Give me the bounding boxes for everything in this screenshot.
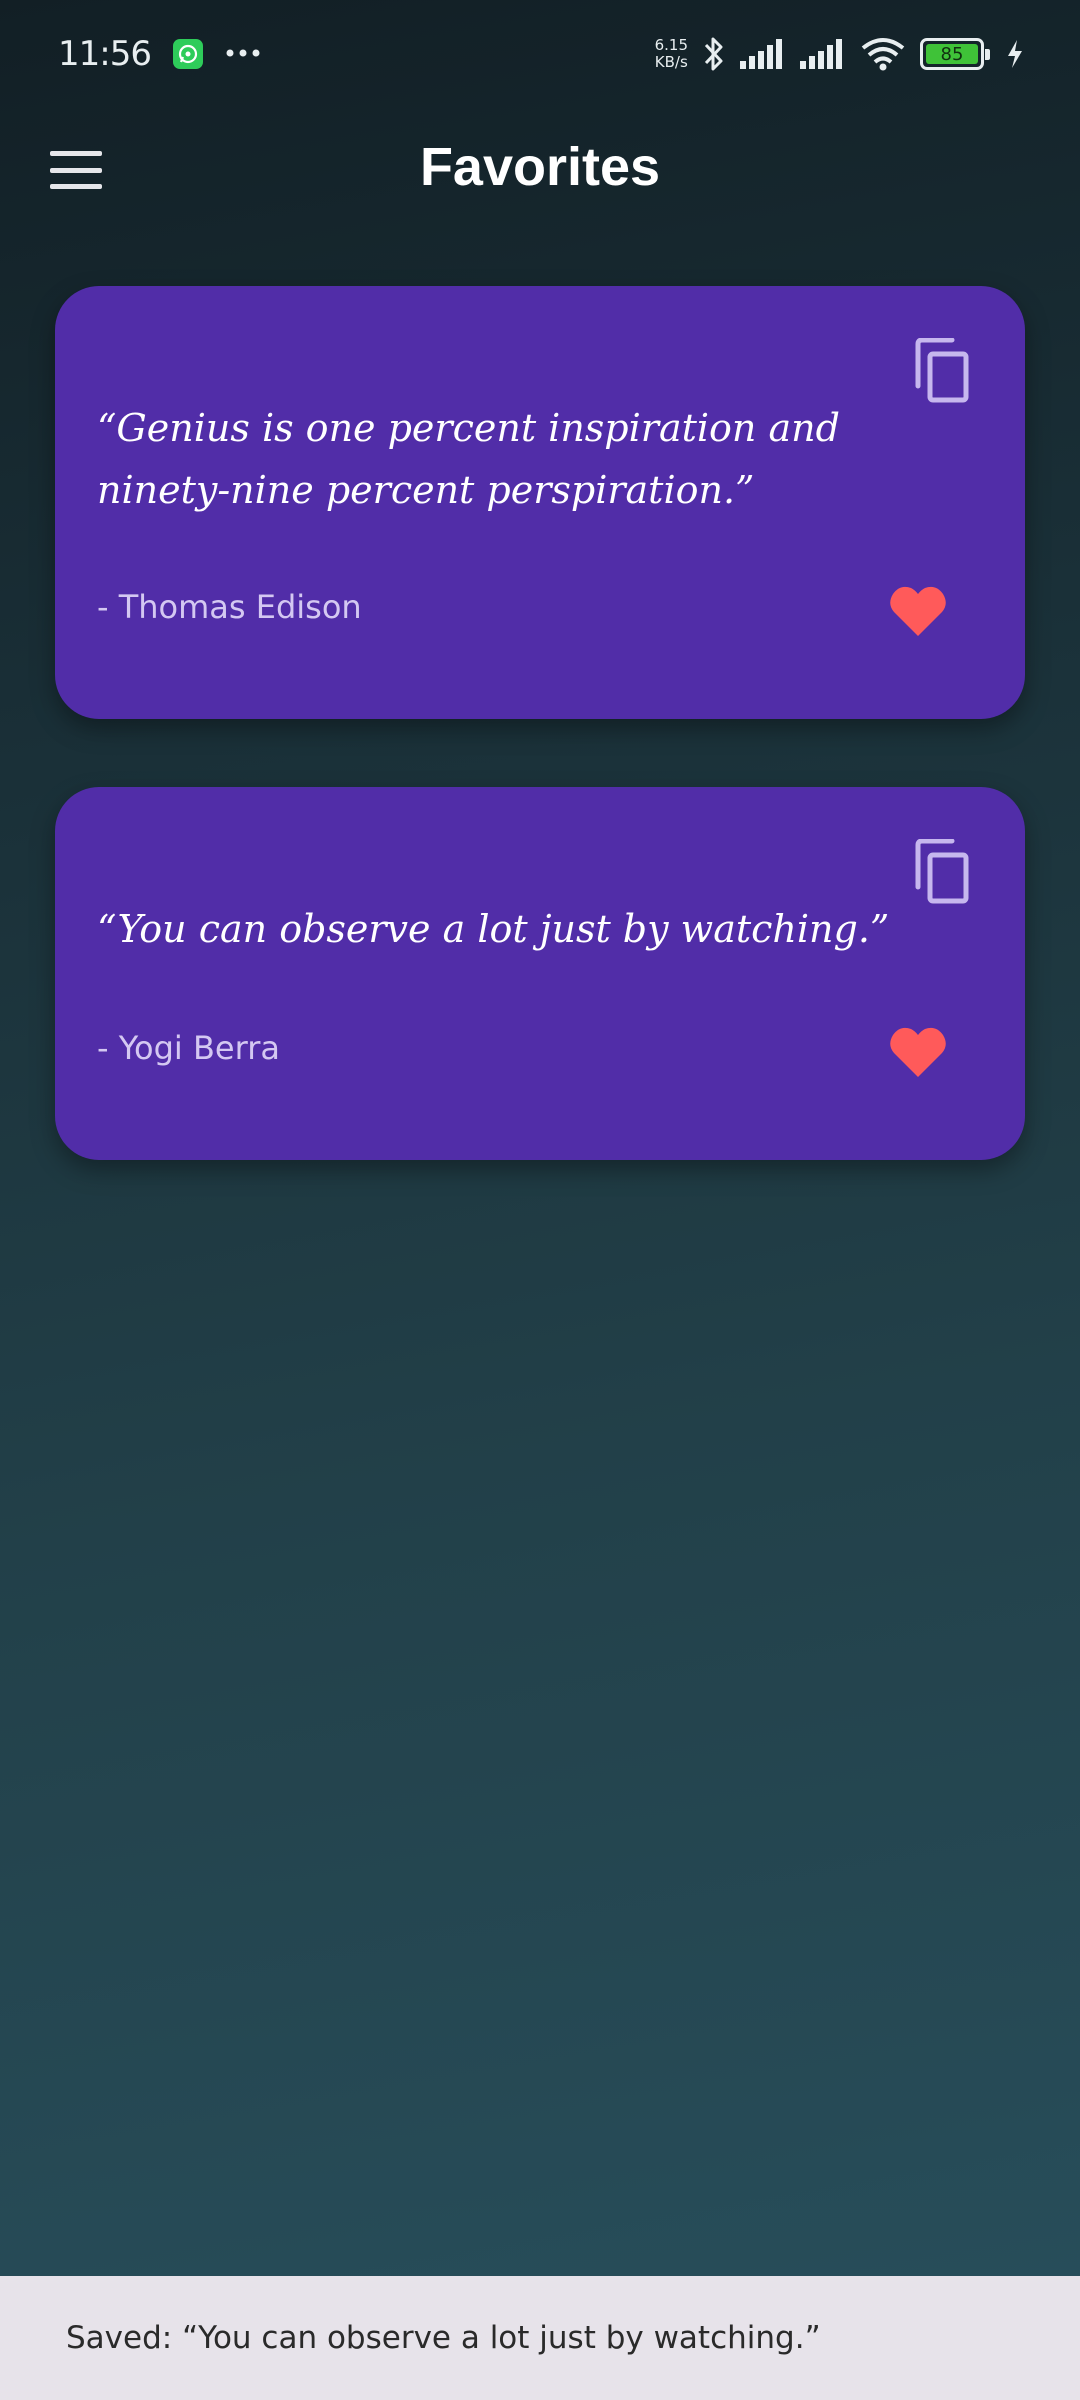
charging-bolt-icon — [1006, 40, 1024, 68]
snackbar-message: Saved: “You can observe a lot just by wa… — [66, 2320, 821, 2356]
network-speed: 6.15 KB/s — [655, 37, 688, 71]
quote-author: - Thomas Edison — [97, 588, 362, 626]
wifi-icon — [860, 37, 906, 71]
snackbar: Saved: “You can observe a lot just by wa… — [0, 2276, 1080, 2400]
app-bar: Favorites — [0, 108, 1080, 232]
signal-icon — [800, 39, 846, 69]
favorite-heart-icon[interactable] — [889, 584, 947, 638]
network-speed-value: 6.15 — [654, 36, 688, 54]
copy-icon[interactable] — [912, 337, 970, 404]
favorite-heart-icon[interactable] — [889, 1025, 947, 1079]
quote-text: “You can observe a lot just by watching.… — [97, 907, 890, 951]
network-speed-unit: KB/s — [654, 53, 688, 71]
battery-level: 85 — [926, 44, 978, 65]
quote-text: “Genius is one percent inspiration and n… — [97, 406, 840, 512]
page-title: Favorites — [419, 137, 661, 197]
bluetooth-icon — [702, 35, 726, 73]
quote-card: “You can observe a lot just by watching.… — [55, 787, 1025, 1160]
battery-icon: 85 — [920, 38, 990, 70]
quote-author: - Yogi Berra — [97, 1029, 280, 1067]
status-time: 11:56 — [58, 34, 152, 74]
status-bar-left: 11:56 — [58, 34, 261, 74]
quote-card: “Genius is one percent inspiration and n… — [55, 286, 1025, 719]
whatsapp-icon — [172, 39, 203, 69]
signal-icon — [740, 39, 786, 69]
more-dots-icon — [225, 31, 261, 66]
status-bar: 11:56 6.15 KB/s 85 — [0, 0, 1080, 108]
copy-icon[interactable] — [912, 838, 970, 905]
status-bar-right: 6.15 KB/s 85 — [655, 35, 1024, 73]
